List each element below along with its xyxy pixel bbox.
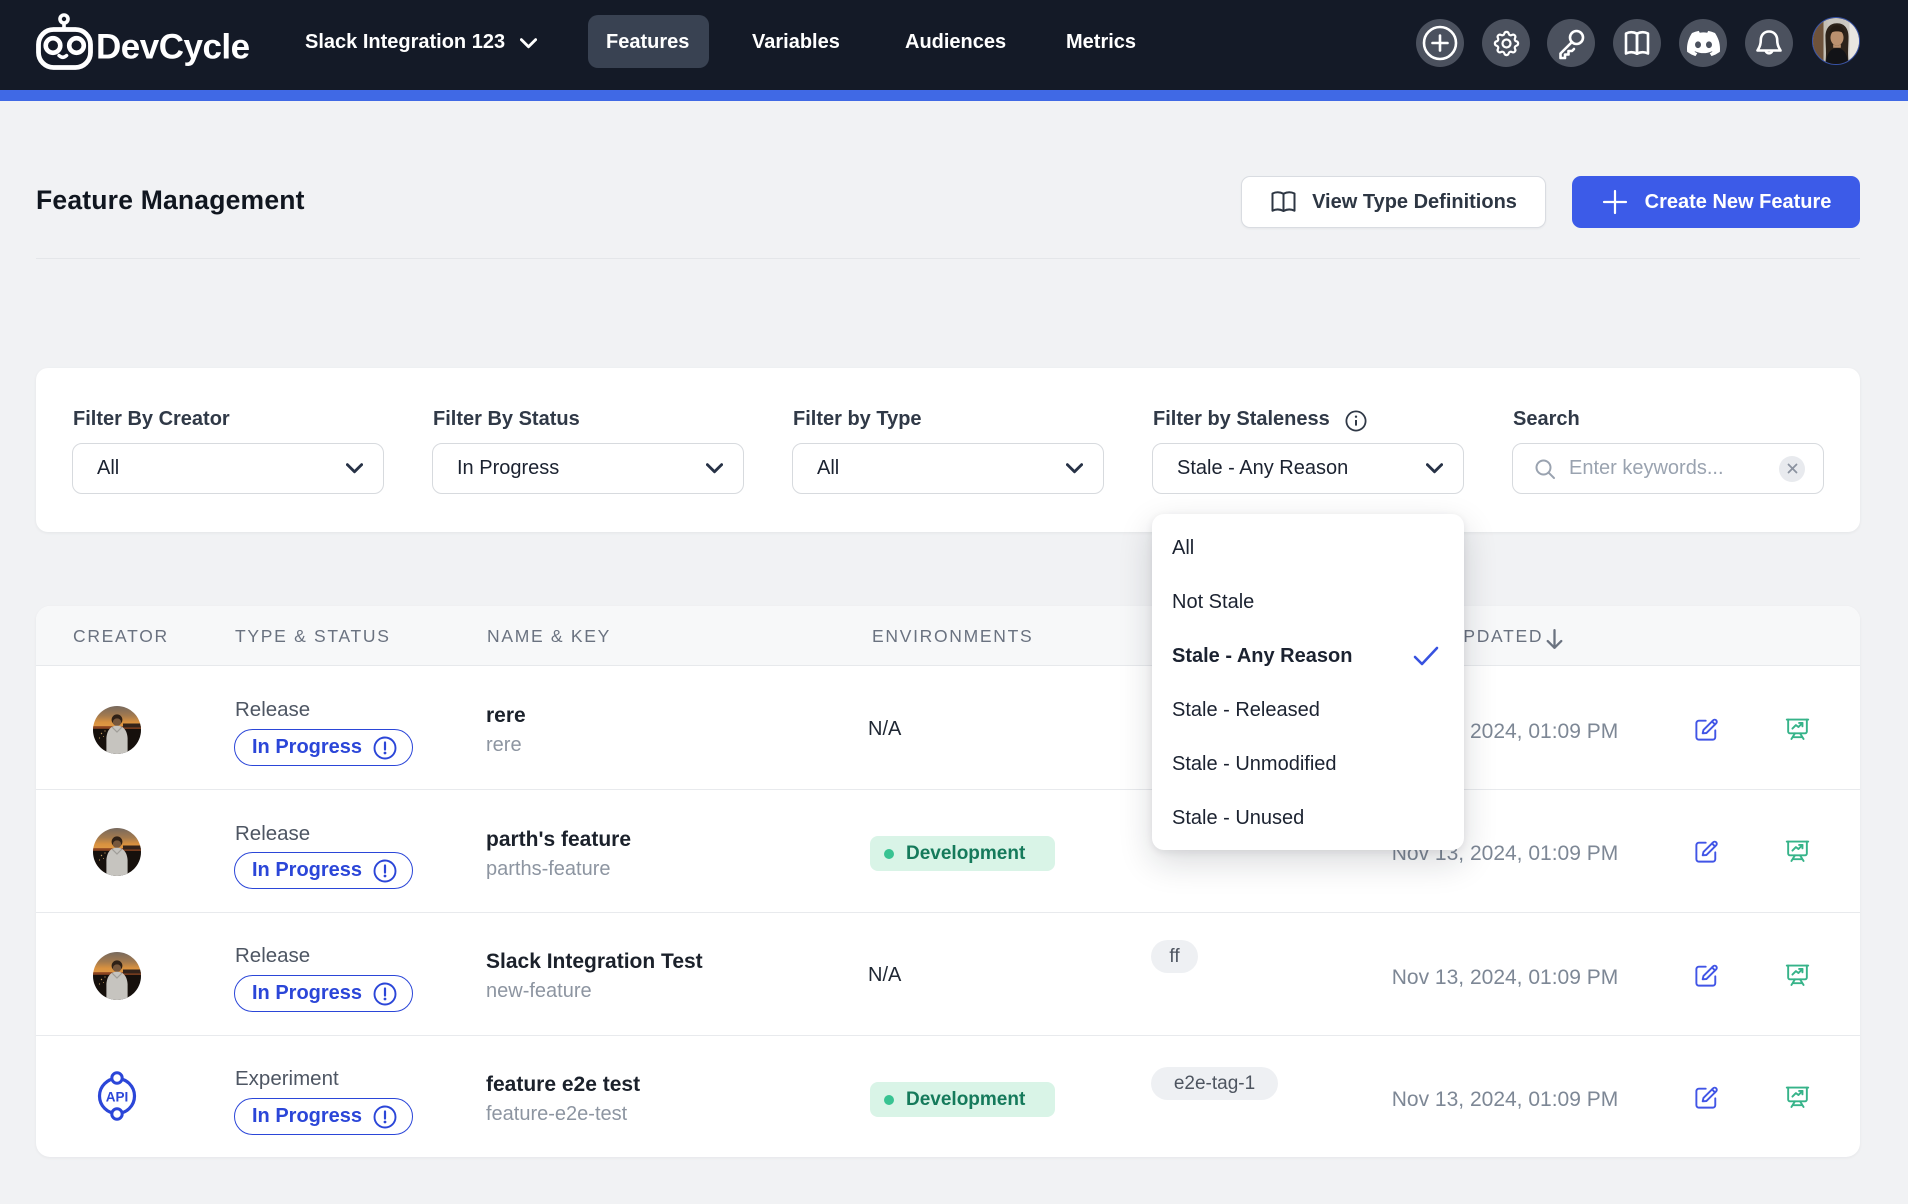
svg-text:API: API [106, 1090, 129, 1105]
svg-text:DevCycle: DevCycle [96, 28, 250, 67]
